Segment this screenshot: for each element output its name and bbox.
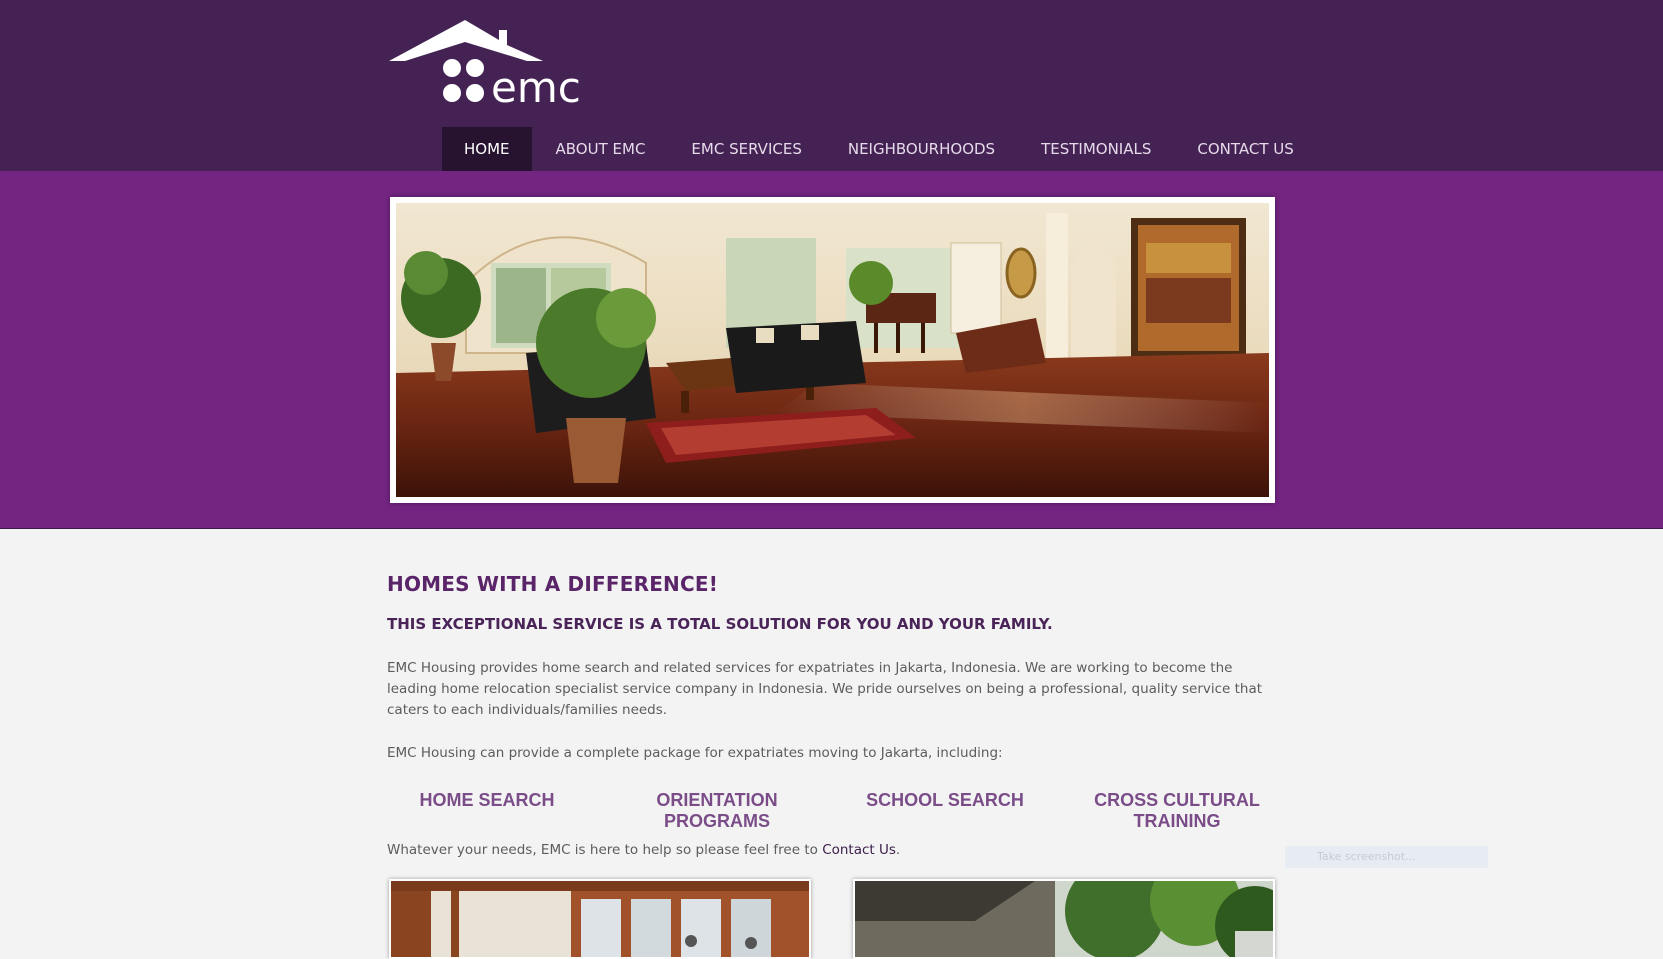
service-title-line: TRAINING xyxy=(1133,811,1221,831)
service-home-search[interactable]: HOME SEARCH xyxy=(387,790,587,811)
site-header: emc HOME ABOUT EMC EMC SERVICES NEIGHBOU… xyxy=(0,0,1663,171)
service-title-line: SCHOOL SEARCH xyxy=(866,790,1024,810)
closing-paragraph: Whatever your needs, EMC is here to help… xyxy=(387,840,1277,861)
nav-emc-services[interactable]: EMC SERVICES xyxy=(669,127,823,171)
hero-image-frame xyxy=(390,197,1275,503)
interior-thumbnail-image xyxy=(391,881,809,957)
nav-contact-us[interactable]: CONTACT US xyxy=(1175,127,1315,171)
hero-living-room-image xyxy=(396,203,1269,497)
services-list: HOME SEARCH ORIENTATION PROGRAMS SCHOOL … xyxy=(387,790,1307,840)
nav-about-emc[interactable]: ABOUT EMC xyxy=(534,127,668,171)
nav-testimonials[interactable]: TESTIMONIALS xyxy=(1019,127,1173,171)
main-nav: HOME ABOUT EMC EMC SERVICES NEIGHBOURHOO… xyxy=(442,127,1318,171)
nav-neighbourhoods[interactable]: NEIGHBOURHOODS xyxy=(826,127,1017,171)
page-heading: HOMES WITH A DIFFERENCE! xyxy=(387,572,719,596)
page-subheading: THIS EXCEPTIONAL SERVICE IS A TOTAL SOLU… xyxy=(387,615,1053,633)
service-title-line: ORIENTATION xyxy=(656,790,778,810)
thumbnail-exterior[interactable] xyxy=(853,879,1275,959)
contact-us-link[interactable]: Contact Us xyxy=(822,842,896,858)
service-title-line: PROGRAMS xyxy=(663,811,770,831)
svg-text:emc: emc xyxy=(491,63,581,108)
closing-period: . xyxy=(895,842,901,858)
closing-text: Whatever your needs, EMC is here to help… xyxy=(387,842,823,858)
thumbnail-interior[interactable] xyxy=(389,879,811,959)
emc-logo[interactable]: emc xyxy=(387,18,597,108)
nav-home[interactable]: HOME xyxy=(442,127,532,171)
package-paragraph: EMC Housing can provide a complete packa… xyxy=(387,745,1003,761)
service-school-search[interactable]: SCHOOL SEARCH xyxy=(845,790,1045,811)
intro-paragraph: EMC Housing provides home search and rel… xyxy=(387,660,1263,718)
take-screenshot-overlay[interactable]: Take screenshot... xyxy=(1285,846,1488,868)
service-title-line: CROSS CULTURAL xyxy=(1094,790,1260,810)
service-title-line: HOME SEARCH xyxy=(419,790,555,810)
exterior-thumbnail-image xyxy=(855,881,1273,957)
service-orientation-programs[interactable]: ORIENTATION PROGRAMS xyxy=(617,790,817,832)
service-cross-cultural-training[interactable]: CROSS CULTURAL TRAINING xyxy=(1072,790,1282,832)
